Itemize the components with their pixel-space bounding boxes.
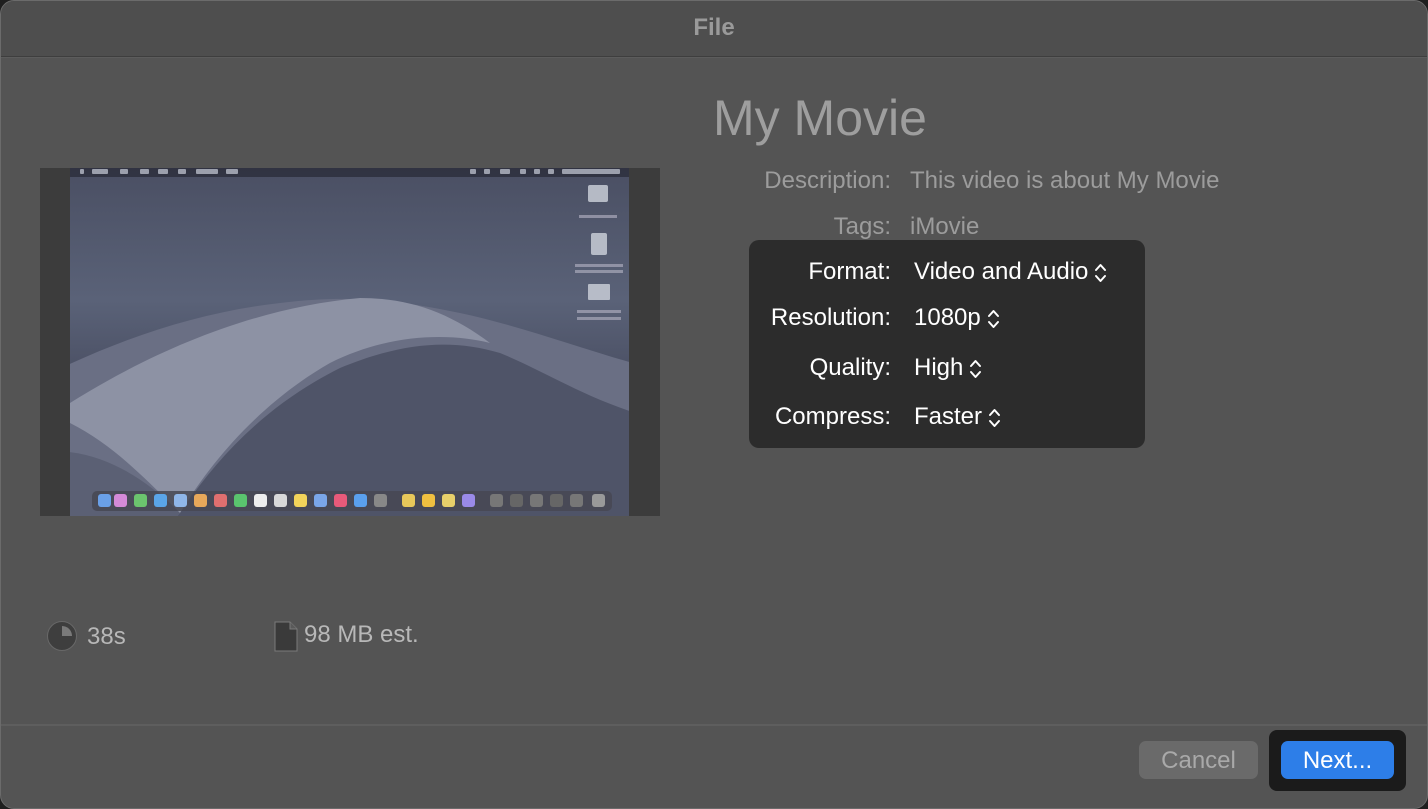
tags-label: Tags: [833, 213, 891, 240]
clock-icon [47, 621, 77, 651]
desktop-file-icon [591, 233, 607, 255]
resolution-label: Resolution: [770, 304, 891, 331]
compress-popup[interactable]: Faster [914, 403, 1001, 431]
preview-dock [92, 491, 612, 511]
quality-label: Quality: [809, 354, 891, 381]
format-label: Format: [808, 258, 891, 285]
up-down-chevron-icon [970, 359, 982, 378]
compress-label: Compress: [774, 403, 891, 430]
format-popup[interactable]: Video and Audio [914, 258, 1107, 286]
next-button[interactable]: Next... [1281, 741, 1394, 779]
resolution-popup[interactable]: 1080p [914, 304, 1000, 332]
preview-desktop-image [70, 168, 629, 516]
desktop-folder-icon [588, 185, 608, 202]
up-down-chevron-icon [1095, 263, 1107, 282]
preview-dune-graphic [70, 298, 629, 516]
file-size-text: 98 MB est. [304, 621, 419, 648]
up-down-chevron-icon [987, 309, 999, 328]
export-dialog: File My Movie Description: This video is… [0, 0, 1428, 809]
description-label: Description: [764, 167, 891, 194]
title-bar: File [1, 1, 1427, 57]
document-icon [274, 621, 298, 652]
duration-text: 38s [87, 623, 126, 650]
project-title[interactable]: My Movie [713, 89, 927, 147]
video-preview-thumbnail [40, 168, 660, 516]
quality-popup[interactable]: High [914, 354, 982, 382]
compress-value: Faster [914, 403, 983, 430]
title-divider [1, 57, 1427, 58]
window-title: File [693, 14, 735, 41]
description-field[interactable]: This video is about My Movie [910, 167, 1219, 195]
quality-value: High [914, 354, 964, 381]
format-value: Video and Audio [914, 258, 1089, 285]
export-options-panel: Format: Video and Audio Resolution: 1080… [749, 240, 1145, 448]
tags-field[interactable]: iMovie [910, 213, 979, 241]
desktop-screenshot-icon [588, 284, 610, 300]
footer-divider [1, 724, 1427, 726]
up-down-chevron-icon [989, 408, 1001, 427]
resolution-value: 1080p [914, 304, 981, 331]
cancel-button[interactable]: Cancel [1139, 741, 1258, 779]
preview-menubar [70, 168, 629, 177]
